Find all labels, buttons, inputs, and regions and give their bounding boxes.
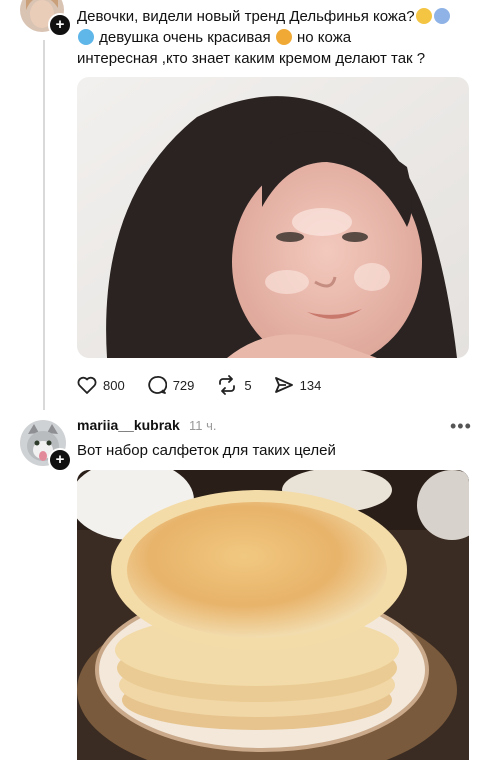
share-count: 134 bbox=[299, 377, 322, 393]
face-emoji-icon bbox=[415, 8, 432, 24]
comment-button[interactable]: 729 bbox=[147, 375, 195, 395]
pancakes-photo bbox=[77, 470, 469, 760]
heart-eyes-emoji-icon bbox=[275, 29, 292, 45]
post1-line3: интересная ,кто знает каким кремом делаю… bbox=[77, 50, 426, 67]
comment-bubble-icon bbox=[148, 376, 167, 394]
post2-image[interactable] bbox=[77, 470, 469, 760]
thread-line bbox=[43, 40, 45, 410]
like-count: 800 bbox=[103, 377, 125, 393]
post1-line1: Девочки, видели новый тренд Дельфинья ко… bbox=[77, 8, 415, 25]
post1-image[interactable] bbox=[77, 77, 469, 358]
comment-count: 729 bbox=[172, 377, 195, 393]
follow-plus-button[interactable]: + bbox=[48, 13, 72, 37]
post1-text: Девочки, видели новый тренд Дельфинья ко… bbox=[77, 6, 487, 69]
repost-icon bbox=[219, 375, 236, 395]
post1-line2a: девушка очень красивая bbox=[99, 29, 271, 46]
woman-face-photo bbox=[77, 77, 469, 358]
follow-plus-button-2[interactable]: + bbox=[48, 448, 72, 472]
like-button[interactable]: 800 bbox=[77, 376, 125, 394]
dolphin-emoji-icon bbox=[78, 29, 94, 45]
post2-text: Вот набор салфеток для таких целей bbox=[77, 442, 336, 459]
post1-actions: 800 729 5 134 bbox=[77, 374, 343, 396]
heart-icon bbox=[77, 376, 97, 394]
repost-count: 5 bbox=[244, 377, 252, 393]
send-icon bbox=[274, 377, 293, 393]
post2-username[interactable]: mariia__kubrak bbox=[77, 417, 180, 433]
repost-button[interactable]: 5 bbox=[216, 375, 252, 395]
post1-line2b: но кожа bbox=[297, 29, 352, 46]
more-options-icon[interactable]: ••• bbox=[450, 416, 472, 437]
share-button[interactable]: 134 bbox=[274, 375, 322, 395]
post2-timestamp: 11 ч. bbox=[189, 418, 217, 433]
shocked-emoji-icon bbox=[433, 8, 450, 24]
